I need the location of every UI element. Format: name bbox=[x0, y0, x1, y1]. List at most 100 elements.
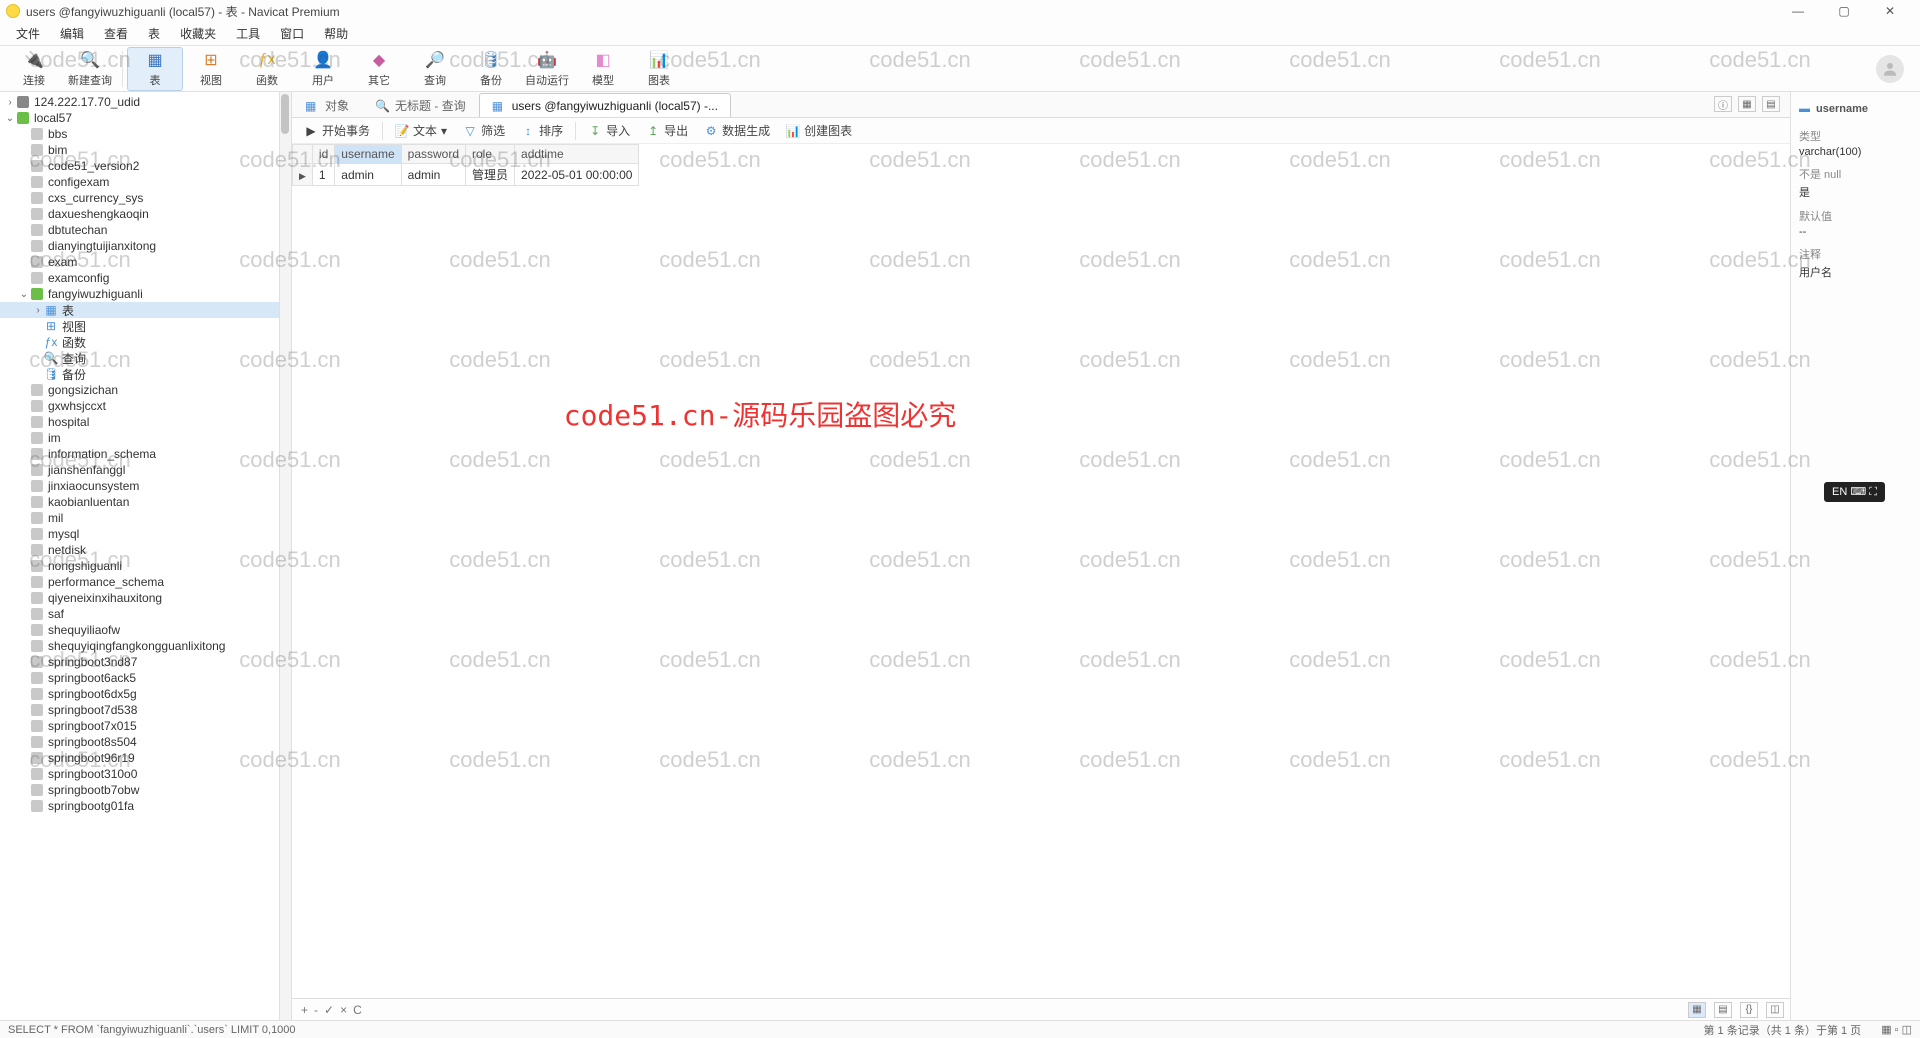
tree-item[interactable]: nongshiguanli bbox=[0, 558, 279, 574]
menu-4[interactable]: 收藏夹 bbox=[170, 25, 226, 42]
form-view-button[interactable]: ▤ bbox=[1714, 1002, 1732, 1018]
tree-item[interactable]: bim bbox=[0, 142, 279, 158]
tree-item[interactable]: information_schema bbox=[0, 446, 279, 462]
menu-7[interactable]: 帮助 bbox=[314, 25, 358, 42]
tool-search[interactable]: 🔎查询 bbox=[407, 47, 463, 91]
cell-addtime[interactable]: 2022-05-01 00:00:00 bbox=[515, 164, 639, 186]
tool-backup[interactable]: 🛢备份 bbox=[463, 47, 519, 91]
tree-item[interactable]: cxs_currency_sys bbox=[0, 190, 279, 206]
tool-view[interactable]: ⊞视图 bbox=[183, 47, 239, 91]
tree-item[interactable]: springboot6ack5 bbox=[0, 670, 279, 686]
tree-item[interactable]: springboot7x015 bbox=[0, 718, 279, 734]
nav-✓[interactable]: ✓ bbox=[321, 1003, 337, 1017]
tree-item[interactable]: jinxiaocunsystem bbox=[0, 478, 279, 494]
data-gen-button[interactable]: ⚙数据生成 bbox=[698, 120, 776, 141]
tree-item[interactable]: bbs bbox=[0, 126, 279, 142]
tree-item[interactable]: performance_schema bbox=[0, 574, 279, 590]
tree-item[interactable]: springboot6dx5g bbox=[0, 686, 279, 702]
connection-tree[interactable]: ›124.222.17.70_udid⌄local57bbsbimcode51_… bbox=[0, 92, 280, 1020]
tree-item[interactable]: gongsizichan bbox=[0, 382, 279, 398]
tree-item[interactable]: ›▦表 bbox=[0, 302, 279, 318]
tree-item[interactable]: configexam bbox=[0, 174, 279, 190]
tree-item[interactable]: ⌄fangyiwuzhiguanli bbox=[0, 286, 279, 302]
tree-item[interactable]: examconfig bbox=[0, 270, 279, 286]
nav-C[interactable]: C bbox=[350, 1003, 365, 1017]
cell-username[interactable]: admin bbox=[335, 164, 401, 186]
tree-item[interactable]: ƒx函数 bbox=[0, 334, 279, 350]
cell-password[interactable]: admin bbox=[401, 164, 465, 186]
sort-button[interactable]: ↕排序 bbox=[515, 120, 569, 141]
tree-item[interactable]: jianshenfanggl bbox=[0, 462, 279, 478]
list-icon[interactable]: ▤ bbox=[1762, 96, 1780, 112]
tree-item[interactable]: qiyeneixinxihauxitong bbox=[0, 590, 279, 606]
nav-+[interactable]: + bbox=[298, 1003, 311, 1017]
tree-item[interactable]: ⊞视图 bbox=[0, 318, 279, 334]
tree-item[interactable]: shequyiqingfangkongguanlixitong bbox=[0, 638, 279, 654]
more-view-button[interactable]: ◫ bbox=[1766, 1002, 1784, 1018]
col-password[interactable]: password bbox=[401, 145, 465, 164]
col-id[interactable]: id bbox=[312, 145, 334, 164]
json-view-button[interactable]: {} bbox=[1740, 1002, 1758, 1018]
menu-0[interactable]: 文件 bbox=[6, 25, 50, 42]
text-button[interactable]: 📝文本 ▾ bbox=[389, 120, 453, 141]
tree-item[interactable]: dianyingtuijianxitong bbox=[0, 238, 279, 254]
tree-item[interactable]: springboot7d538 bbox=[0, 702, 279, 718]
export-button[interactable]: ↥导出 bbox=[640, 120, 694, 141]
tree-item[interactable]: code51_version2 bbox=[0, 158, 279, 174]
tool-table[interactable]: ▦表 bbox=[127, 47, 183, 91]
info-icon[interactable]: ⓘ bbox=[1714, 96, 1732, 112]
minimize-button[interactable]: — bbox=[1784, 4, 1812, 18]
tree-item[interactable]: springboot8s504 bbox=[0, 734, 279, 750]
tab-1[interactable]: 🔍无标题 - 查询 bbox=[362, 93, 479, 117]
menu-1[interactable]: 编辑 bbox=[50, 25, 94, 42]
tree-item[interactable]: gxwhsjccxt bbox=[0, 398, 279, 414]
tool-auto[interactable]: 🤖自动运行 bbox=[519, 47, 575, 91]
cell-id[interactable]: 1 bbox=[312, 164, 334, 186]
grid-icon[interactable]: ▦ bbox=[1738, 96, 1756, 112]
user-avatar[interactable] bbox=[1876, 55, 1904, 83]
menu-3[interactable]: 表 bbox=[138, 25, 170, 42]
nav-×[interactable]: × bbox=[337, 1003, 350, 1017]
tool-model[interactable]: ◧模型 bbox=[575, 47, 631, 91]
tree-item[interactable]: saf bbox=[0, 606, 279, 622]
tree-item[interactable]: springboot96r19 bbox=[0, 750, 279, 766]
maximize-button[interactable]: ▢ bbox=[1830, 4, 1858, 18]
import-button[interactable]: ↧导入 bbox=[582, 120, 636, 141]
tree-item[interactable]: kaobianluentan bbox=[0, 494, 279, 510]
tree-item[interactable]: ›124.222.17.70_udid bbox=[0, 94, 279, 110]
tree-item[interactable]: ⌄local57 bbox=[0, 110, 279, 126]
tool-query[interactable]: 🔍新建查询 bbox=[62, 47, 118, 91]
tab-2[interactable]: ▦users @fangyiwuzhiguanli (local57) -... bbox=[479, 93, 731, 117]
sidebar-scrollbar[interactable] bbox=[280, 92, 292, 1020]
tree-item[interactable]: im bbox=[0, 430, 279, 446]
col-username[interactable]: username bbox=[335, 145, 401, 164]
tree-item[interactable]: springbootg01fa bbox=[0, 798, 279, 814]
nav--[interactable]: - bbox=[311, 1003, 321, 1017]
col-addtime[interactable]: addtime bbox=[515, 145, 639, 164]
ime-badge[interactable]: EN ⌨ ⛶ bbox=[1824, 482, 1885, 502]
row-indicator[interactable] bbox=[293, 164, 313, 186]
tree-item[interactable]: 🛢备份 bbox=[0, 366, 279, 382]
tree-item[interactable]: dbtutechan bbox=[0, 222, 279, 238]
col-role[interactable]: role bbox=[466, 145, 515, 164]
tool-user[interactable]: 👤用户 bbox=[295, 47, 351, 91]
tree-item[interactable]: springboot3nd87 bbox=[0, 654, 279, 670]
tab-0[interactable]: ▦对象 bbox=[292, 93, 362, 117]
tree-item[interactable]: exam bbox=[0, 254, 279, 270]
tree-item[interactable]: mil bbox=[0, 510, 279, 526]
tree-item[interactable]: 🔍查询 bbox=[0, 350, 279, 366]
tree-item[interactable]: springbootb7obw bbox=[0, 782, 279, 798]
tree-item[interactable]: netdisk bbox=[0, 542, 279, 558]
data-grid[interactable]: idusernamepasswordroleaddtime1adminadmin… bbox=[292, 144, 1790, 998]
menu-2[interactable]: 查看 bbox=[94, 25, 138, 42]
tree-item[interactable]: springboot310o0 bbox=[0, 766, 279, 782]
filter-button[interactable]: ▽筛选 bbox=[457, 120, 511, 141]
tree-item[interactable]: mysql bbox=[0, 526, 279, 542]
tree-item[interactable]: hospital bbox=[0, 414, 279, 430]
close-button[interactable]: ✕ bbox=[1876, 4, 1904, 18]
tree-item[interactable]: shequyiliaofw bbox=[0, 622, 279, 638]
menu-6[interactable]: 窗口 bbox=[270, 25, 314, 42]
tool-other[interactable]: ◆其它 bbox=[351, 47, 407, 91]
begin-transaction-button[interactable]: ▶开始事务 bbox=[298, 120, 376, 141]
tree-item[interactable]: daxueshengkaoqin bbox=[0, 206, 279, 222]
